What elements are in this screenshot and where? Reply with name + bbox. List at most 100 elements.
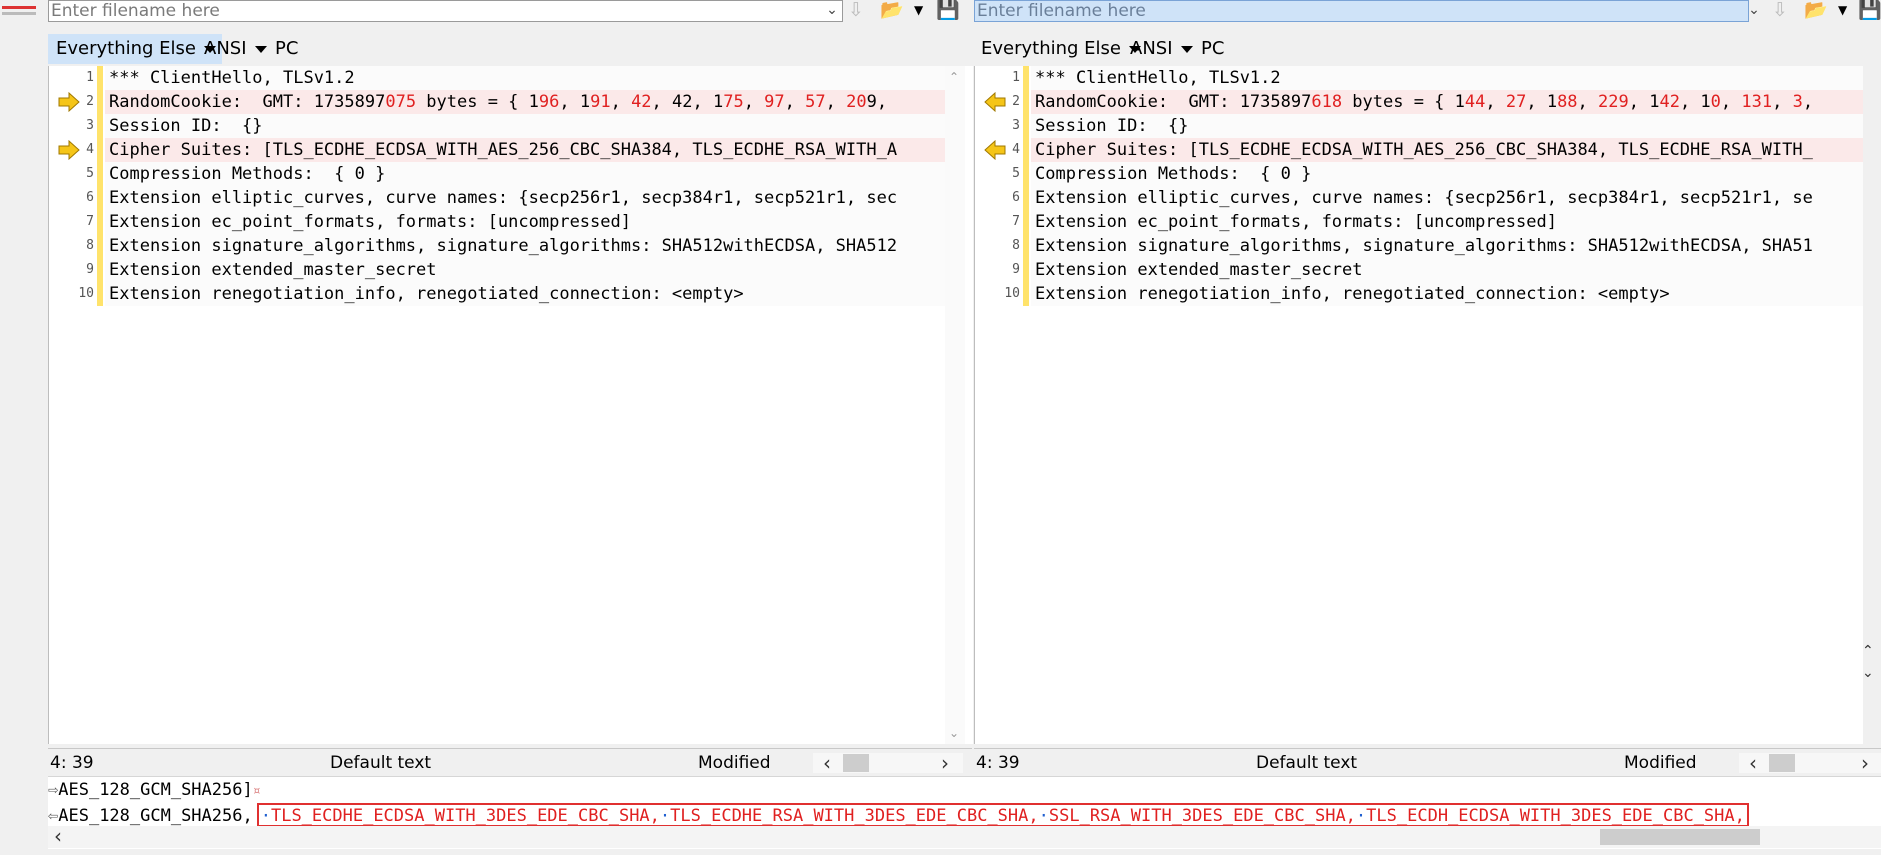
left-arrow-icon: ⇦ <box>48 806 59 826</box>
scroll-left-icon[interactable]: ‹ <box>823 749 831 777</box>
right-arrow-icon[interactable] <box>57 139 81 161</box>
right-editor-pane[interactable]: 1 2 3 4 5 6 7 8 9 10 *** ClientHello, TLSv1.2 Rand… <box>974 66 1863 744</box>
right-encoding-select[interactable]: ANSI <box>1130 34 1193 64</box>
line-number: 7 <box>1012 214 1020 229</box>
code-line[interactable]: Compression Methods: { 0 } <box>105 162 951 186</box>
code-line[interactable]: Cipher Suites: [TLS_ECDHE_ECDSA_WITH_AES… <box>105 138 951 162</box>
code-text: , 1 <box>1526 92 1558 112</box>
line-marker <box>97 90 103 114</box>
save-icon[interactable]: 💾 <box>936 0 960 22</box>
scroll-left-icon[interactable]: ‹ <box>1749 749 1757 777</box>
right-filename-input[interactable]: Enter filename here <box>974 0 1749 22</box>
code-line[interactable]: Extension extended_master_secret <box>1031 258 1863 282</box>
diff-text: TLS_ECDH_ECDSA_WITH_3DES_EDE_CBC_SHA, <box>1366 806 1745 826</box>
right-horizontal-scrollbar[interactable]: ‹ › <box>1739 751 1881 775</box>
scroll-right-icon[interactable]: › <box>1861 749 1869 777</box>
code-text: Extension ec_point_formats, formats: [un… <box>1035 212 1557 232</box>
whitespace-dot: · <box>1355 806 1367 826</box>
dropdown-arrow-icon[interactable]: ⌄ <box>821 0 843 22</box>
left-editor-pane[interactable]: 1 2 3 4 5 6 7 8 9 10 *** ClientHello, TLSv1.2 Rand… <box>48 66 973 744</box>
scroll-right-icon[interactable]: › <box>941 749 949 777</box>
detail-line-left: ⇨AES_128_GCM_SHA256]¤ <box>48 780 261 800</box>
dropdown-arrow-icon[interactable]: ▼ <box>914 0 923 22</box>
right-gutter: 1 2 3 4 5 6 7 8 9 10 <box>975 66 1030 744</box>
code-line[interactable]: *** ClientHello, TLSv1.2 <box>105 66 951 90</box>
line-number: 5 <box>1012 166 1020 181</box>
diff-highlight-box: ·TLS_ECDHE_ECDSA_WITH_3DES_EDE_CBC_SHA,·… <box>256 803 1749 827</box>
left-line-endings[interactable]: PC <box>275 34 298 64</box>
code-line[interactable]: Compression Methods: { 0 } <box>1031 162 1863 186</box>
line-marker <box>1023 66 1029 90</box>
line-number: 9 <box>86 262 94 277</box>
scroll-thumb[interactable] <box>843 754 869 772</box>
scroll-up-icon[interactable]: ⌃ <box>949 70 959 84</box>
right-filter-select[interactable]: Everything Else <box>981 34 1142 64</box>
left-arrow-icon[interactable] <box>983 91 1007 113</box>
line-number: 7 <box>86 214 94 229</box>
scroll-down-icon[interactable]: ⌄ <box>949 726 959 740</box>
detail-horizontal-scrollbar[interactable]: ‹ <box>48 824 1881 848</box>
code-text: , <box>610 92 632 112</box>
code-line[interactable]: Extension ec_point_formats, formats: [un… <box>1031 210 1863 234</box>
line-marker <box>97 66 103 90</box>
code-line[interactable]: Extension renegotiation_info, renegotiat… <box>1031 282 1863 306</box>
line-number: 1 <box>1012 70 1020 85</box>
left-horizontal-scrollbar[interactable]: ‹ › <box>813 751 963 775</box>
line-marker <box>97 186 103 210</box>
code-text: *** ClientHello, TLSv1.2 <box>109 68 355 88</box>
scroll-left-icon[interactable]: ‹ <box>54 824 62 848</box>
code-line[interactable]: Session ID: {} <box>1031 114 1863 138</box>
dropdown-arrow-icon[interactable]: ▼ <box>1838 0 1847 22</box>
left-info-bar: Everything Else ANSI PC <box>48 34 968 64</box>
code-line[interactable]: Cipher Suites: [TLS_ECDHE_ECDSA_WITH_AES… <box>1031 138 1863 162</box>
code-line[interactable]: RandomCookie: GMT: 1735897618 bytes = { … <box>1031 90 1863 114</box>
right-edge-toolbar: ⌃ ⌄ <box>1862 640 1881 684</box>
scroll-thumb[interactable] <box>1769 754 1795 772</box>
code-line[interactable]: Extension extended_master_secret <box>105 258 951 282</box>
chevron-up-icon[interactable]: ⌃ <box>1862 640 1881 662</box>
code-text: Compression Methods: { 0 } <box>109 164 386 184</box>
left-vertical-scrollbar[interactable]: ⌃ ⌄ <box>945 66 965 744</box>
code-text: Extension extended_master_secret <box>1035 260 1363 280</box>
save-icon[interactable]: 💾 <box>1858 0 1881 22</box>
code-line[interactable]: Session ID: {} <box>105 114 951 138</box>
diff-text: 0 <box>1710 92 1721 112</box>
code-text: RandomCookie: GMT: 1735897 <box>109 92 386 112</box>
code-line[interactable]: *** ClientHello, TLSv1.2 <box>1031 66 1863 90</box>
code-text: , 1 <box>1628 92 1660 112</box>
code-text: Session ID: {} <box>109 116 263 136</box>
merge-arrow-icon[interactable]: ⇩ <box>848 0 864 22</box>
diff-text: 131 <box>1741 92 1773 112</box>
code-text: Extension signature_algorithms, signatur… <box>109 236 898 256</box>
folder-open-icon[interactable]: 📂 <box>1804 0 1828 22</box>
left-filter-select[interactable]: Everything Else <box>48 34 223 64</box>
left-encoding-select[interactable]: ANSI <box>204 34 267 64</box>
code-line[interactable]: Extension renegotiation_info, renegotiat… <box>105 282 951 306</box>
code-text: , <box>1577 92 1599 112</box>
code-text: , <box>784 92 806 112</box>
code-line[interactable]: Extension ec_point_formats, formats: [un… <box>105 210 951 234</box>
line-marker <box>1023 234 1029 258</box>
folder-open-icon[interactable]: 📂 <box>880 0 904 22</box>
line-number: 5 <box>86 166 94 181</box>
chevron-down-icon[interactable]: ⌄ <box>1862 662 1881 684</box>
code-text: , <box>743 92 765 112</box>
diff-text: 618 <box>1311 92 1343 112</box>
merge-arrow-icon[interactable]: ⇩ <box>1772 0 1788 22</box>
line-number: 10 <box>78 286 94 301</box>
code-line[interactable]: RandomCookie: GMT: 1735897075 bytes = { … <box>105 90 951 114</box>
code-line[interactable]: Extension elliptic_curves, curve names: … <box>1031 186 1863 210</box>
left-code-area[interactable]: *** ClientHello, TLSv1.2 RandomCookie: GM… <box>105 66 951 306</box>
dropdown-arrow-icon[interactable]: ⌄ <box>1743 0 1765 22</box>
code-text: , <box>1802 92 1814 112</box>
code-line[interactable]: Extension signature_algorithms, signatur… <box>1031 234 1863 258</box>
code-line[interactable]: Extension elliptic_curves, curve names: … <box>105 186 951 210</box>
right-line-endings[interactable]: PC <box>1201 34 1224 64</box>
left-filename-input[interactable]: Enter filename here <box>48 0 843 22</box>
right-arrow-icon[interactable] <box>57 91 81 113</box>
right-code-area[interactable]: *** ClientHello, TLSv1.2 RandomCookie: GM… <box>1031 66 1863 306</box>
left-arrow-icon[interactable] <box>983 139 1007 161</box>
code-line[interactable]: Extension signature_algorithms, signatur… <box>105 234 951 258</box>
scroll-thumb[interactable] <box>1600 829 1760 845</box>
whitespace-dot: · <box>260 806 271 826</box>
